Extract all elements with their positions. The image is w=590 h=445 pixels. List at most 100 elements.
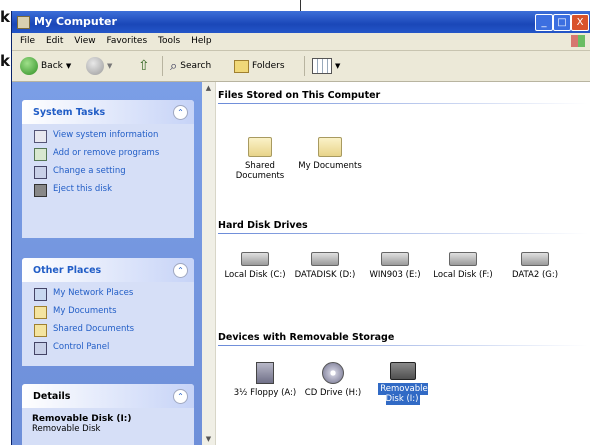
task-change-setting[interactable]: Change a setting: [34, 166, 194, 179]
item-label: 3½ Floppy (A:): [233, 388, 297, 398]
task-label: Eject this disk: [53, 184, 112, 194]
vertical-scrollbar[interactable]: ▲ ▼: [202, 82, 216, 445]
shared-documents-icon: [34, 324, 47, 337]
views-button[interactable]: ▼: [312, 56, 340, 76]
scroll-down-icon[interactable]: ▼: [204, 435, 213, 443]
folders-label: Folders: [252, 61, 285, 71]
place-my-network-places[interactable]: My Network Places: [34, 288, 194, 301]
back-label: Back: [41, 61, 63, 71]
maximize-button[interactable]: □: [553, 14, 571, 31]
item-my-documents[interactable]: My Documents: [295, 137, 365, 171]
item-label: Local Disk (C:): [224, 270, 286, 280]
system-tasks-panel: System Tasks ⌃ View system information A…: [22, 100, 194, 238]
window-title: My Computer: [34, 15, 117, 28]
back-button[interactable]: Back ▼: [20, 56, 71, 76]
views-icon: [312, 58, 332, 74]
up-arrow-icon: ⇧: [138, 58, 150, 74]
item-label: DATADISK (D:): [294, 270, 356, 280]
hard-drive-icon: [521, 252, 549, 266]
collapse-chevron-icon[interactable]: ⌃: [173, 389, 188, 404]
folder-icon: [248, 137, 272, 157]
menu-file[interactable]: File: [20, 36, 35, 46]
place-label: Control Panel: [53, 342, 110, 352]
close-button[interactable]: X: [571, 14, 589, 31]
title-bar[interactable]: My Computer _ □ X: [12, 11, 590, 33]
scroll-up-icon[interactable]: ▲: [204, 84, 213, 92]
minimize-button[interactable]: _: [535, 14, 553, 31]
group-title-removable: Devices with Removable Storage: [218, 332, 395, 343]
hard-drive-icon: [381, 252, 409, 266]
task-eject-disk[interactable]: Eject this disk: [34, 184, 194, 197]
item-local-disk-c[interactable]: Local Disk (C:): [220, 246, 290, 280]
item-floppy-a[interactable]: 3½ Floppy (A:): [230, 362, 300, 398]
my-documents-icon: [34, 306, 47, 319]
cd-drive-icon: [322, 362, 344, 384]
menu-help[interactable]: Help: [191, 36, 212, 46]
task-label: Add or remove programs: [53, 148, 160, 158]
control-panel-icon: [34, 342, 47, 355]
place-label: Shared Documents: [53, 324, 135, 334]
menu-edit[interactable]: Edit: [46, 36, 63, 46]
hard-drive-icon: [449, 252, 477, 266]
other-places-title: Other Places: [33, 265, 102, 276]
back-arrow-icon: [20, 57, 38, 75]
item-removable-disk-i[interactable]: Removable Disk (I:): [368, 362, 438, 405]
group-title-files: Files Stored on This Computer: [218, 90, 381, 101]
item-cd-drive-h[interactable]: CD Drive (H:): [298, 362, 368, 398]
hard-drive-icon: [311, 252, 339, 266]
details-header[interactable]: Details ⌃: [22, 384, 194, 408]
item-local-disk-f[interactable]: Local Disk (F:): [428, 246, 498, 280]
toolbar-separator: [162, 56, 163, 76]
folders-button[interactable]: Folders: [234, 56, 285, 76]
removable-disk-icon: [390, 362, 416, 380]
other-places-panel: Other Places ⌃ My Network Places My Docu…: [22, 258, 194, 366]
details-item-name: Removable Disk (I:): [32, 414, 132, 424]
item-win903-e[interactable]: WIN903 (E:): [360, 246, 430, 280]
other-places-header[interactable]: Other Places ⌃: [22, 258, 194, 282]
forward-arrow-icon: [86, 57, 104, 75]
collapse-chevron-icon[interactable]: ⌃: [173, 263, 188, 278]
collapse-chevron-icon[interactable]: ⌃: [173, 105, 188, 120]
system-tasks-title: System Tasks: [33, 107, 106, 118]
system-tasks-header[interactable]: System Tasks ⌃: [22, 100, 194, 124]
item-label: Removable Disk (I:): [378, 383, 428, 405]
hard-drive-icon: [241, 252, 269, 266]
place-shared-documents[interactable]: Shared Documents: [34, 324, 194, 337]
eject-icon: [34, 184, 47, 197]
place-label: My Documents: [53, 306, 117, 316]
menu-view[interactable]: View: [74, 36, 95, 46]
group-divider: [218, 345, 588, 346]
edge-text-1: k: [0, 8, 10, 26]
forward-dropdown-icon[interactable]: ▼: [107, 62, 112, 70]
task-pane: System Tasks ⌃ View system information A…: [12, 82, 202, 445]
search-button[interactable]: ⌕ Search: [170, 56, 211, 76]
place-control-panel[interactable]: Control Panel: [34, 342, 194, 355]
items-pane: ▲ ▼ Files Stored on This Computer Shared…: [202, 82, 590, 445]
details-panel: Details ⌃ Removable Disk (I:) Removable …: [22, 384, 194, 445]
search-icon: ⌕: [170, 58, 178, 74]
forward-button[interactable]: ▼: [86, 56, 112, 76]
system-info-icon: [34, 130, 47, 143]
menu-tools[interactable]: Tools: [158, 36, 180, 46]
task-label: View system information: [53, 130, 159, 140]
search-label: Search: [180, 61, 212, 71]
up-folder-button[interactable]: ⇧: [138, 56, 150, 76]
edge-text-2: k: [0, 52, 10, 70]
windows-logo-icon: [571, 35, 585, 47]
task-view-system-info[interactable]: View system information: [34, 130, 194, 143]
item-label: Local Disk (F:): [433, 270, 493, 280]
folders-icon: [234, 59, 249, 73]
toolbar-separator: [304, 56, 305, 76]
menu-favorites[interactable]: Favorites: [106, 36, 147, 46]
folder-icon: [318, 137, 342, 157]
add-remove-icon: [34, 148, 47, 161]
task-add-remove-programs[interactable]: Add or remove programs: [34, 148, 194, 161]
item-data2-g[interactable]: DATA2 (G:): [500, 246, 570, 280]
item-datadisk-d[interactable]: DATADISK (D:): [290, 246, 360, 280]
back-dropdown-icon[interactable]: ▼: [66, 62, 71, 70]
place-my-documents[interactable]: My Documents: [34, 306, 194, 319]
details-item-type: Removable Disk: [32, 424, 101, 434]
item-shared-documents[interactable]: Shared Documents: [225, 137, 295, 181]
views-dropdown-icon[interactable]: ▼: [335, 62, 340, 70]
group-divider: [218, 233, 588, 234]
